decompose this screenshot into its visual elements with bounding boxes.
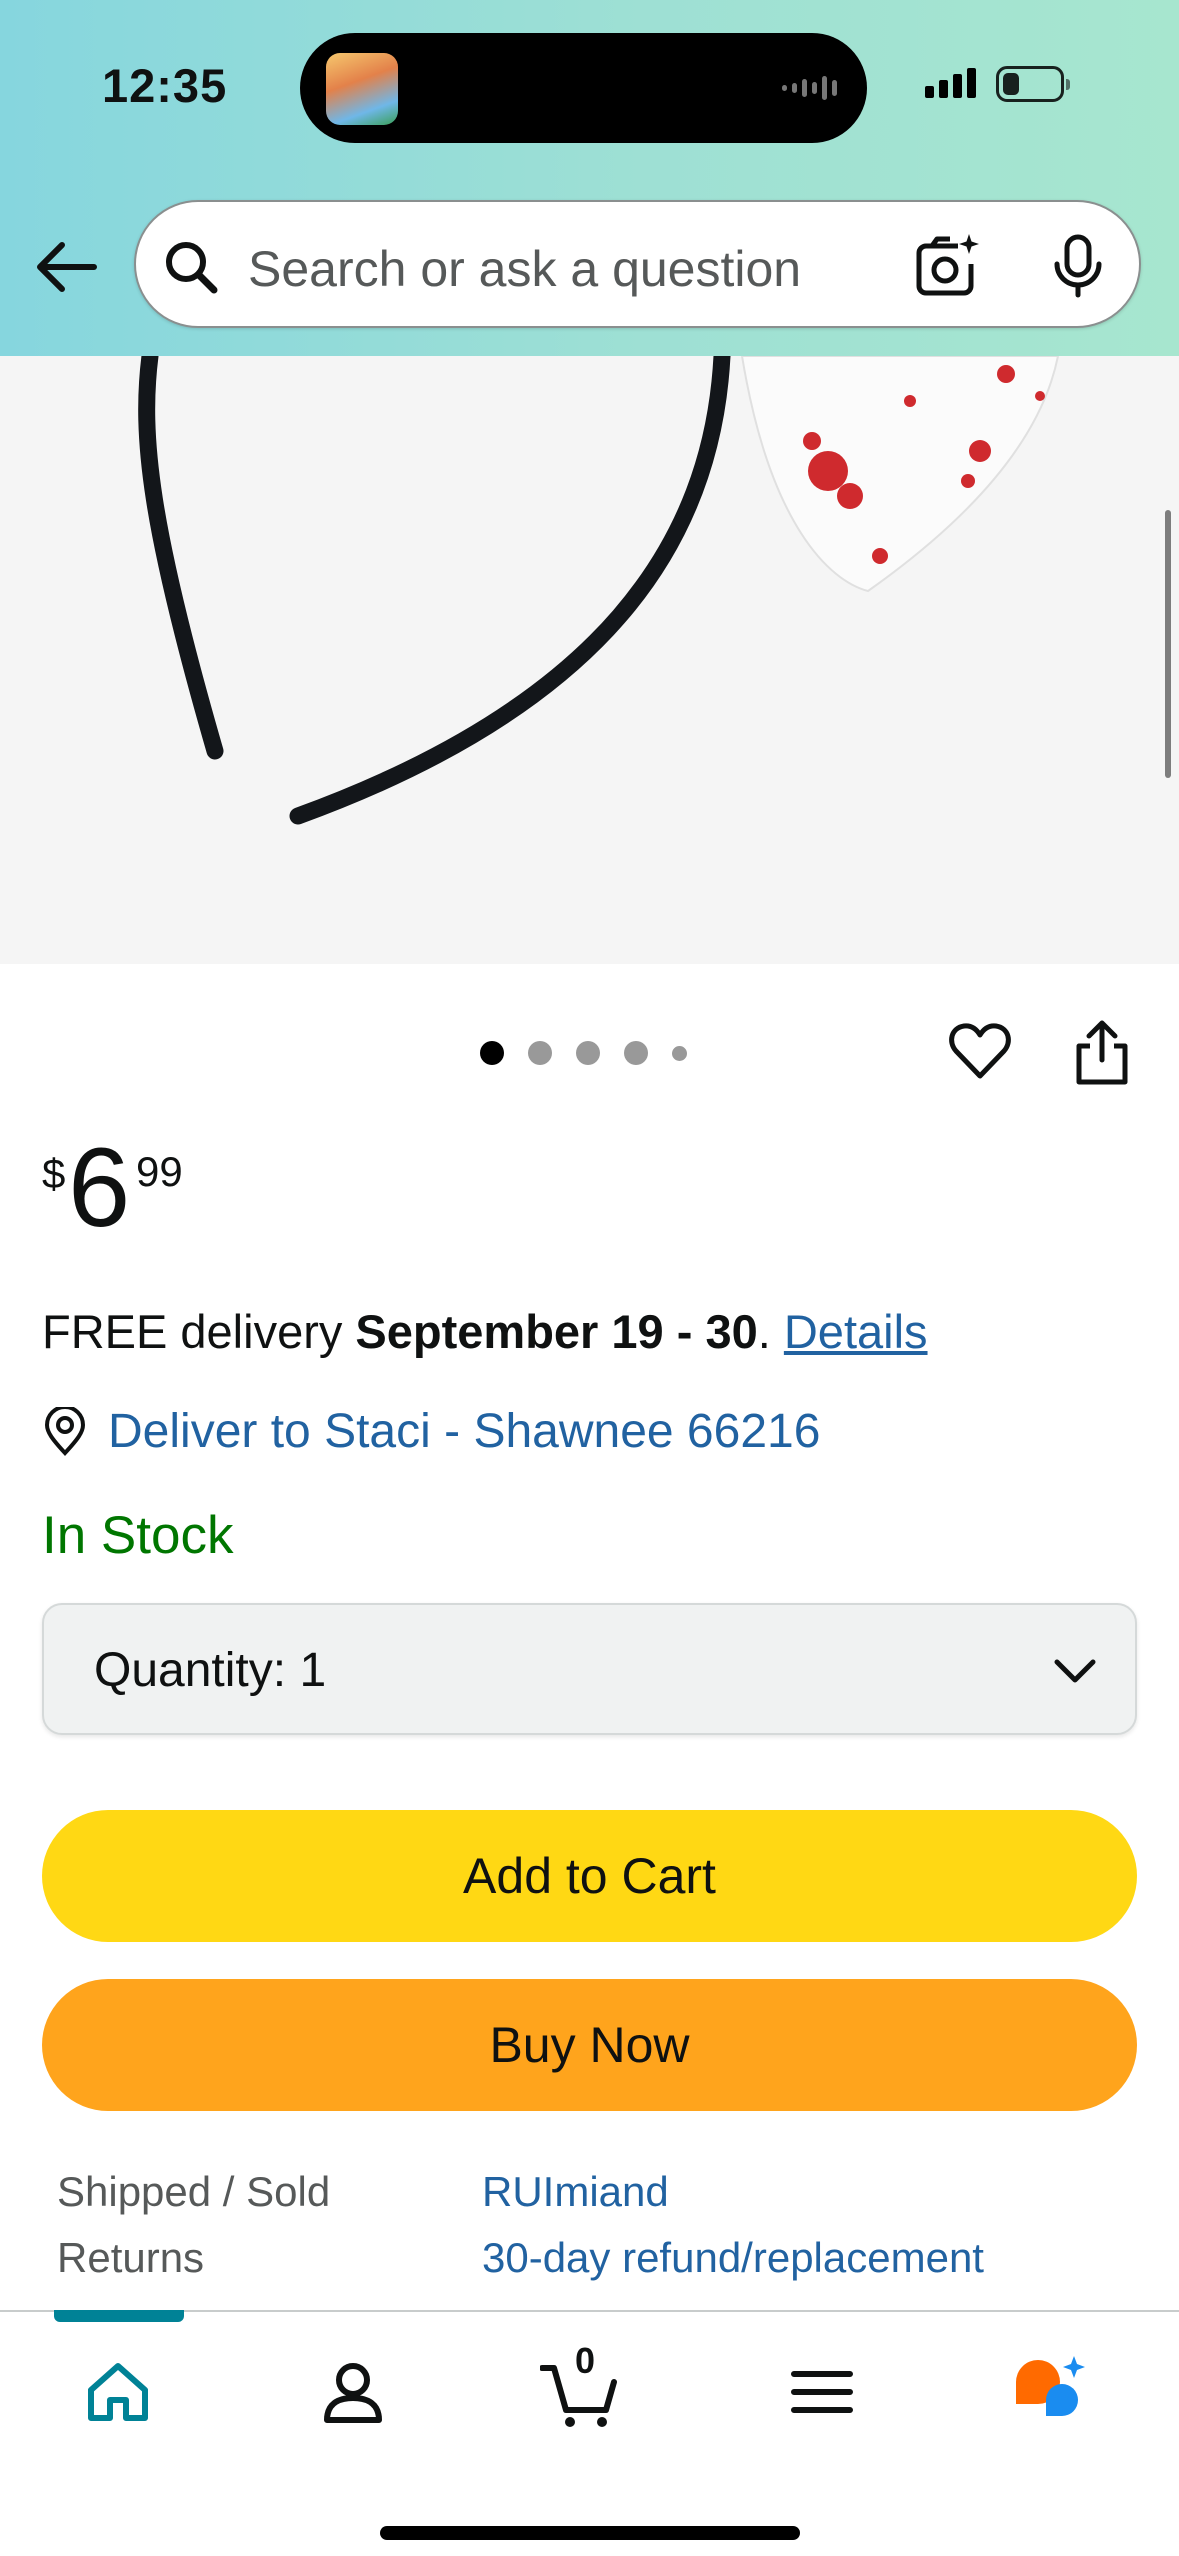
search-icon (166, 242, 218, 294)
home-icon[interactable] (78, 2352, 158, 2432)
stock-status: In Stock (42, 1506, 234, 1565)
deliver-to-link[interactable]: Deliver to Staci - Shawnee 66216 (42, 1404, 820, 1459)
info-key: Shipped / Sold (57, 2168, 331, 2215)
account-icon[interactable] (313, 2352, 393, 2432)
image-dot[interactable] (672, 1045, 687, 1061)
share-icon[interactable] (1072, 1020, 1132, 1086)
price-whole: 6 (68, 1125, 131, 1250)
audio-waveform-icon (782, 76, 837, 100)
price-currency: $ (42, 1150, 66, 1197)
header: 12:35 Search or ask a question (0, 0, 1179, 356)
quantity-dropdown[interactable]: Quantity: 1 (42, 1603, 1137, 1735)
image-dot[interactable] (576, 1041, 600, 1065)
battery-icon (996, 66, 1070, 102)
deliver-to-text: Deliver to Staci - Shawnee 66216 (108, 1405, 821, 1458)
seller-link[interactable]: RUImiand (482, 2168, 669, 2216)
delivery-details-link[interactable]: Details (784, 1305, 928, 1358)
home-indicator[interactable] (380, 2526, 800, 2540)
cart-count-badge: 0 (574, 2340, 596, 2381)
returns-link[interactable]: 30-day refund/replacement (482, 2234, 984, 2282)
image-dot[interactable] (624, 1041, 648, 1065)
buy-now-button[interactable]: Buy Now (42, 1979, 1137, 2111)
price-fraction: 99 (136, 1148, 183, 1195)
info-key: Returns (57, 2234, 205, 2281)
search-input[interactable]: Search or ask a question (248, 240, 801, 298)
quantity-label: Quantity: 1 (94, 1644, 327, 1697)
headband-image (138, 356, 1060, 825)
back-arrow-icon[interactable] (32, 232, 102, 302)
status-time: 12:35 (102, 59, 228, 112)
location-pin-icon (44, 1406, 86, 1456)
microphone-icon[interactable] (1048, 234, 1108, 298)
bottom-nav: 0 (0, 2310, 1179, 2556)
image-dot[interactable] (480, 1041, 504, 1065)
delivery-dates: September 19 - 30 (355, 1305, 758, 1358)
quantity-value: 1 (299, 1644, 327, 1697)
nav-active-indicator (54, 2310, 184, 2322)
add-to-cart-button[interactable]: Add to Cart (42, 1810, 1137, 1942)
rufus-assistant-icon[interactable] (1010, 2352, 1090, 2432)
product-image[interactable] (0, 356, 1179, 964)
image-pager[interactable] (480, 1041, 687, 1065)
search-bar[interactable]: Search or ask a question (134, 200, 1141, 328)
dynamic-island[interactable] (300, 33, 867, 143)
image-dot[interactable] (528, 1041, 552, 1065)
chevron-down-icon (1054, 1659, 1096, 1683)
menu-icon[interactable] (782, 2352, 862, 2432)
now-playing-thumbnail (326, 53, 398, 125)
cellular-signal-icon (925, 68, 976, 98)
scroll-indicator[interactable] (1165, 510, 1171, 778)
delivery-info: FREE delivery September 19 - 30. Details (42, 1305, 928, 1358)
camera-search-icon[interactable] (912, 232, 980, 300)
heart-icon[interactable] (948, 1020, 1012, 1084)
